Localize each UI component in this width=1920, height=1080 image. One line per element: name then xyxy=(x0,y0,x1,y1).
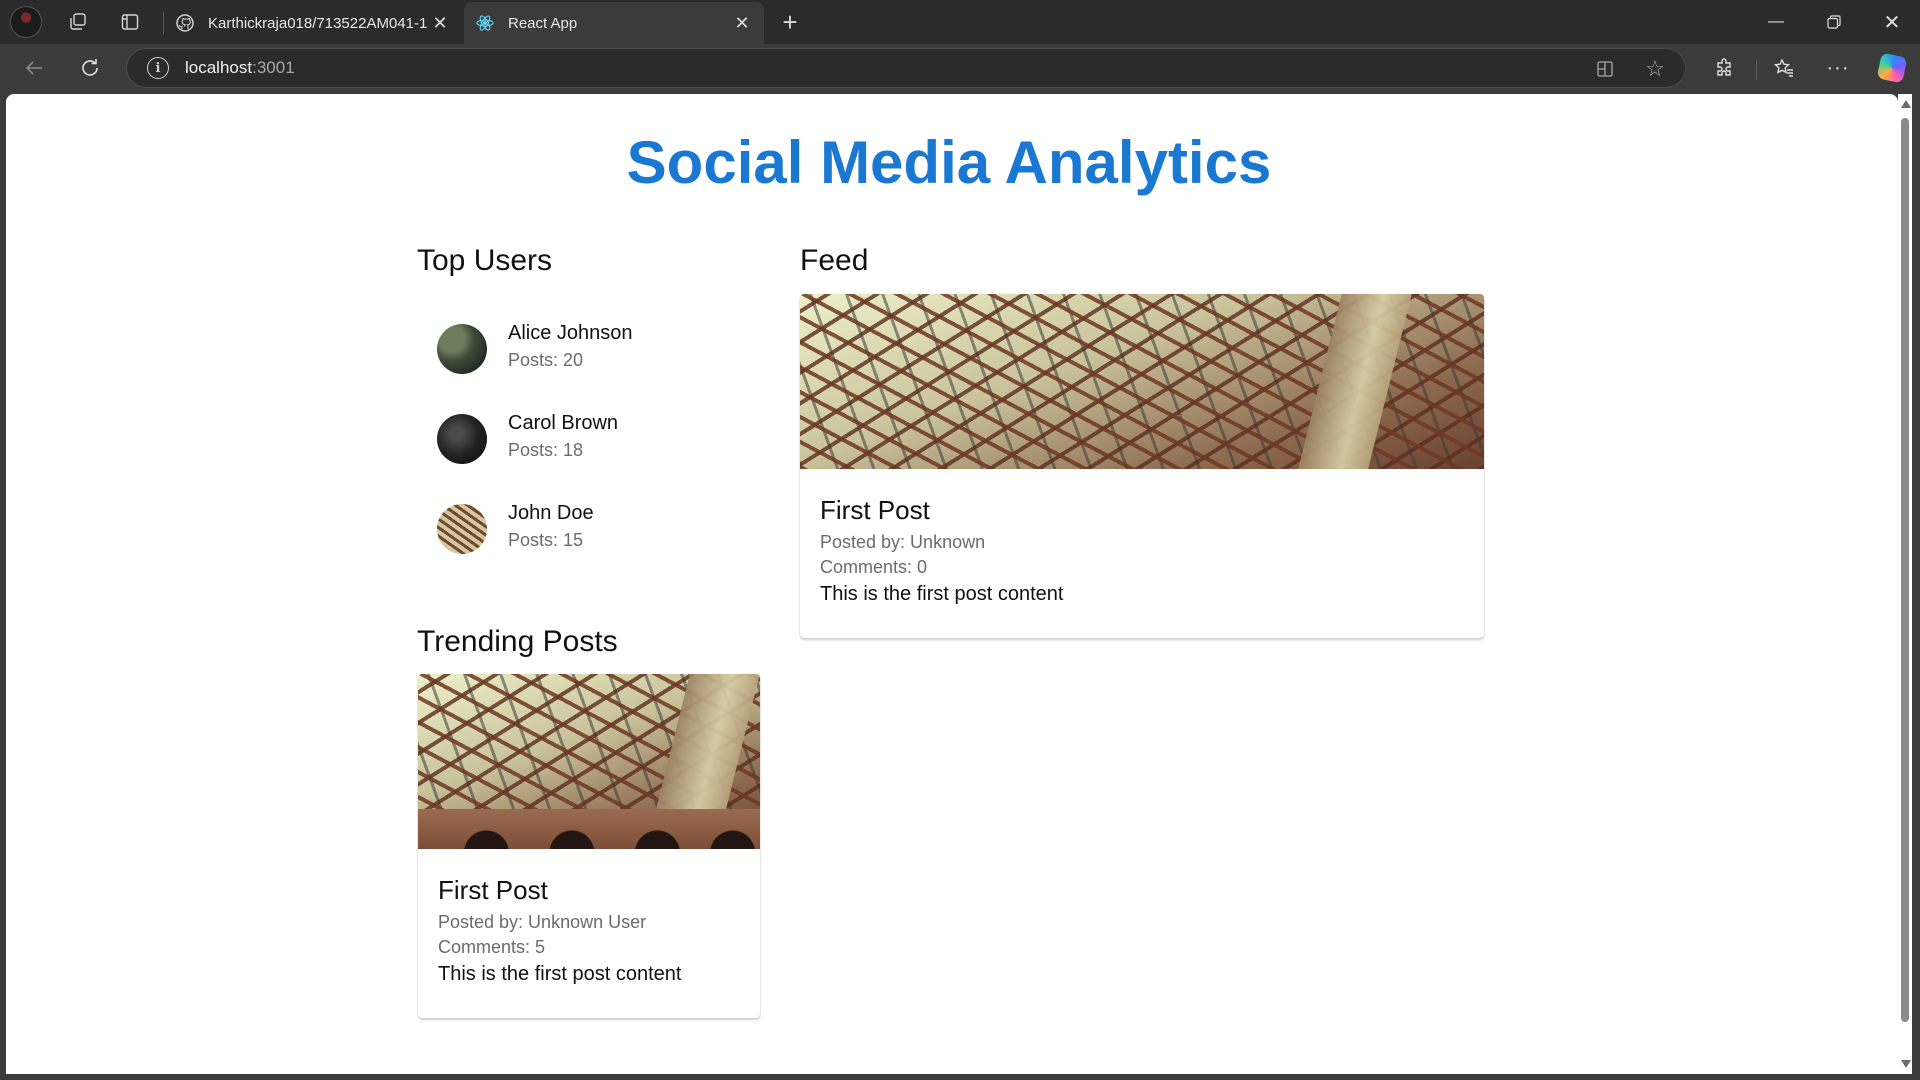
reload-icon xyxy=(82,59,98,76)
list-item[interactable]: John Doe Posts: 15 xyxy=(437,498,737,558)
split-screen-icon xyxy=(1597,61,1613,77)
user-name: John Doe xyxy=(508,502,594,524)
url-host: localhost xyxy=(185,58,253,77)
list-item[interactable]: Alice Johnson Posts: 20 xyxy=(437,318,737,378)
user-post-count: Posts: 18 xyxy=(508,440,584,460)
feed-heading: Feed xyxy=(800,244,869,277)
avatar xyxy=(437,504,487,554)
copilot-button[interactable] xyxy=(1874,52,1910,84)
post-author: Posted by: Unknown xyxy=(820,532,986,552)
arrow-left-icon xyxy=(25,61,42,75)
close-icon: ✕ xyxy=(1883,11,1901,34)
favorite-star-icon[interactable]: ☆ xyxy=(1639,53,1671,85)
trending-post-card[interactable]: First Post Posted by: Unknown User Comme… xyxy=(418,674,760,1018)
toolbar-separator xyxy=(1756,60,1757,80)
page-title: Social Media Analytics xyxy=(626,129,1272,196)
bridge-tower-graphic xyxy=(1298,294,1412,469)
feed-post-card[interactable]: First Post Posted by: Unknown Comments: … xyxy=(800,294,1484,638)
bridge-arch-graphic xyxy=(418,809,760,849)
user-name: Alice Johnson xyxy=(508,322,633,344)
post-image xyxy=(800,294,1484,469)
close-tab-icon[interactable]: ✕ xyxy=(732,13,752,33)
avatar xyxy=(437,414,487,464)
scroll-up-arrow-icon[interactable] xyxy=(1901,100,1911,108)
tab-title: React App xyxy=(508,14,578,32)
user-post-count: Posts: 15 xyxy=(508,530,584,550)
restore-button[interactable] xyxy=(1806,0,1862,44)
vertical-tabs-icon xyxy=(121,14,139,30)
vertical-tabs-button[interactable] xyxy=(112,6,148,38)
post-comment-count: Comments: 0 xyxy=(820,557,928,577)
post-title: First Post xyxy=(820,495,930,525)
post-author: Posted by: Unknown User xyxy=(438,912,647,932)
favorites-button[interactable] xyxy=(1766,52,1802,84)
post-content: This is the first post content xyxy=(438,963,682,985)
minimize-icon: — xyxy=(1768,13,1784,30)
back-button[interactable] xyxy=(16,52,52,84)
avatar xyxy=(437,324,487,374)
address-bar[interactable]: i localhost:3001 ☆ xyxy=(126,48,1686,88)
top-users-heading: Top Users xyxy=(417,244,553,277)
workspaces-icon xyxy=(70,13,86,30)
github-icon xyxy=(176,14,194,32)
tab-title: Karthickraja018/713522AM041-1 xyxy=(208,14,428,32)
close-tab-icon[interactable]: ✕ xyxy=(430,13,450,33)
minimize-button[interactable]: — xyxy=(1748,0,1804,44)
scroll-down-arrow-icon[interactable] xyxy=(1901,1060,1911,1068)
split-screen-button[interactable] xyxy=(1589,53,1621,85)
favorites-icon xyxy=(1773,58,1793,77)
workspaces-button[interactable] xyxy=(60,6,96,38)
new-tab-button[interactable]: + xyxy=(772,6,808,38)
reload-button[interactable] xyxy=(72,52,108,84)
browser-tab-bar: Karthickraja018/713522AM041-1 ✕ React Ap… xyxy=(0,0,1920,44)
site-info-icon[interactable]: i xyxy=(147,57,169,79)
more-menu-button[interactable]: ··· xyxy=(1820,52,1856,84)
close-window-button[interactable]: ✕ xyxy=(1864,0,1920,44)
post-comment-count: Comments: 5 xyxy=(438,937,546,957)
user-name: Carol Brown xyxy=(508,412,619,434)
address-bar-row: i localhost:3001 ☆ ··· xyxy=(0,44,1920,92)
profile-avatar-button[interactable] xyxy=(8,6,44,38)
tab-github[interactable]: Karthickraja018/713522AM041-1 ✕ xyxy=(164,2,462,44)
react-icon xyxy=(476,14,494,32)
puzzle-icon xyxy=(1717,58,1731,76)
user-post-count: Posts: 20 xyxy=(508,350,584,370)
scrollbar[interactable] xyxy=(1898,94,1912,1074)
plus-icon: + xyxy=(782,6,798,37)
post-title: First Post xyxy=(438,875,548,905)
restore-icon xyxy=(1827,15,1841,29)
extensions-button[interactable] xyxy=(1706,52,1742,84)
post-content: This is the first post content xyxy=(820,583,1064,605)
profile-avatar xyxy=(10,6,42,38)
post-image xyxy=(418,674,760,849)
list-item[interactable]: Carol Brown Posts: 18 xyxy=(437,408,737,468)
tab-react-app[interactable]: React App ✕ xyxy=(464,2,764,44)
copilot-icon xyxy=(1876,52,1908,84)
scrollbar-thumb[interactable] xyxy=(1901,118,1909,1022)
url-port: :3001 xyxy=(252,58,295,77)
trending-posts-heading: Trending Posts xyxy=(417,625,618,658)
more-icon: ··· xyxy=(1826,56,1850,79)
